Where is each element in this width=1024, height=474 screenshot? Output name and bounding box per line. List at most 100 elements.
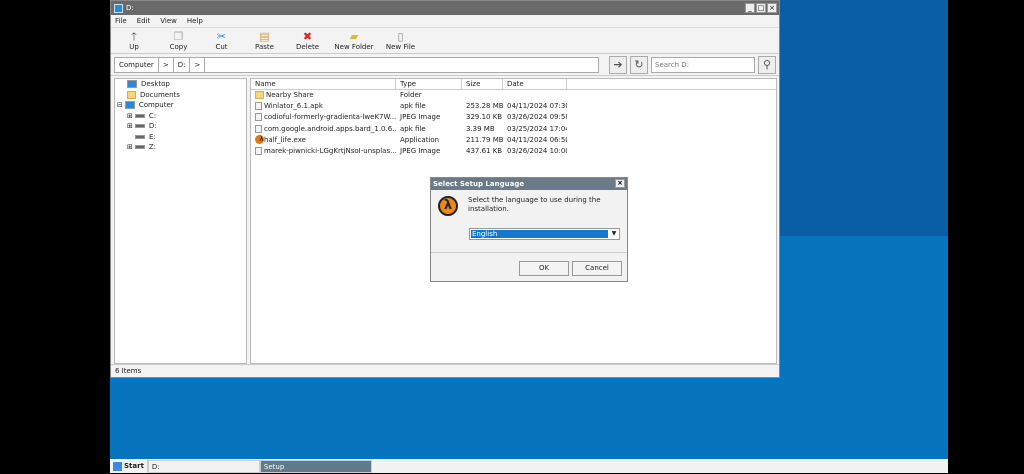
search-input[interactable]: [651, 56, 755, 73]
file-date: 04/11/2024 07:30: [507, 102, 567, 111]
crumb-computer[interactable]: Computer: [115, 57, 159, 72]
drive-icon: [134, 124, 145, 129]
arrow-up-icon: 🡑: [131, 30, 137, 43]
file-type: apk file: [400, 124, 426, 133]
search-icon: ⚲: [762, 57, 772, 71]
language-select[interactable]: English ▼: [469, 228, 620, 240]
delete-icon: ✖: [302, 30, 313, 43]
task-setup[interactable]: Setup: [259, 459, 372, 473]
folder-icon: [255, 91, 264, 99]
tree-item-desktop[interactable]: Desktop: [115, 79, 246, 90]
file-icon: [255, 113, 262, 122]
scissors-icon: ✂: [216, 30, 227, 43]
folder-tree: Desktop Documents ⊟ Computer ⊞ C: ⊞ D: E: ⊞…: [114, 78, 247, 364]
file-type: JPEG Image: [400, 146, 441, 155]
file-row[interactable]: Winlator_6.1.apk apk file 253.28 MB 04/1…: [251, 101, 776, 112]
dialog-message: Select the language to use during the in…: [468, 196, 601, 213]
file-date: 03/25/2024 17:04: [507, 124, 567, 133]
file-icon: [255, 146, 262, 155]
file-name: Winlator_6.1.apk: [251, 101, 396, 112]
tree-item-c[interactable]: ⊞ C:: [115, 111, 246, 122]
refresh-icon: ↻: [634, 57, 644, 71]
address-bar: Computer > D: > ➔ ↻ ⚲: [111, 54, 779, 76]
ok-button[interactable]: OK: [519, 261, 569, 276]
file-type: Folder: [400, 91, 422, 99]
file-row[interactable]: Nearby Share Folder: [251, 90, 776, 101]
cut-button[interactable]: ✂ Cut: [200, 30, 243, 52]
paste-button[interactable]: ▤ Paste: [243, 31, 286, 52]
file-type: Application: [400, 135, 440, 144]
expand-icon[interactable]: ⊞: [127, 142, 133, 153]
file-size: 211.79 MB: [466, 135, 503, 144]
column-date[interactable]: Date: [503, 79, 567, 89]
file-row[interactable]: com.google.android.apps.bard_1.0.6... ap…: [251, 124, 776, 135]
file-date: 03/26/2024 09:58: [507, 113, 567, 122]
window-title: D:: [126, 4, 134, 12]
menu-help[interactable]: Help: [187, 17, 203, 25]
file-date: [503, 90, 567, 101]
language-value: English: [471, 230, 608, 238]
desktop-area: [780, 0, 948, 236]
folder-icon: [127, 90, 136, 99]
column-name[interactable]: Name: [251, 79, 396, 89]
file-size: 437.61 KB: [466, 146, 503, 155]
file-type: JPEG Image: [400, 113, 441, 122]
title-bar: D: _ □ ×: [111, 1, 779, 15]
collapse-icon[interactable]: ⊟: [117, 100, 123, 111]
file-size: 3.39 MB: [466, 124, 495, 133]
menu-bar: File Edit View Help: [111, 15, 779, 28]
desktop-icon: [127, 80, 137, 89]
delete-button[interactable]: ✖ Delete: [286, 30, 329, 52]
task-d[interactable]: D:: [147, 459, 260, 473]
new-folder-icon: ▰: [349, 30, 359, 43]
file-name: marek-piwnicki-LGgKrtjNsoI-unsplas...: [251, 146, 396, 157]
tree-item-z[interactable]: ⊞ Z:: [115, 142, 246, 153]
crumb-separator[interactable]: >: [159, 57, 174, 72]
tree-item-documents[interactable]: Documents: [115, 90, 246, 101]
cancel-button[interactable]: Cancel: [572, 261, 622, 276]
file-size: 253.28 MB: [466, 102, 503, 111]
minimize-button[interactable]: _: [745, 3, 755, 13]
file-date: 04/11/2024 06:50: [507, 135, 567, 144]
go-button[interactable]: ➔: [609, 55, 627, 74]
file-name: Nearby Share: [251, 90, 396, 101]
half-life-lambda-icon: λ: [438, 196, 458, 216]
dialog-title-bar: Select Setup Language ×: [431, 178, 627, 190]
file-row[interactable]: codioful-formerly-gradienta-lweK7W... JP…: [251, 112, 776, 123]
column-size[interactable]: Size: [462, 79, 503, 89]
column-headers: Name Type Size Date: [251, 79, 776, 90]
file-row[interactable]: λhalf_life.exe Application 211.79 MB 04/…: [251, 135, 776, 146]
drive-icon: [134, 145, 145, 150]
file-type: apk file: [400, 102, 426, 111]
up-button[interactable]: 🡑 Up: [111, 30, 157, 52]
dialog-close-button[interactable]: ×: [615, 179, 625, 188]
new-file-icon: ▯: [397, 30, 404, 43]
copy-button[interactable]: ❐ Copy: [157, 30, 200, 52]
column-type[interactable]: Type: [396, 79, 462, 89]
maximize-button[interactable]: □: [756, 3, 766, 13]
tree-item-e[interactable]: E:: [115, 132, 246, 143]
menu-edit[interactable]: Edit: [137, 17, 151, 25]
dialog-title: Select Setup Language: [433, 180, 525, 188]
start-button[interactable]: Start: [110, 459, 148, 473]
expand-icon[interactable]: ⊞: [127, 111, 133, 122]
new-folder-button[interactable]: ▰ New Folder: [329, 30, 379, 52]
search-button[interactable]: ⚲: [758, 55, 776, 74]
refresh-button[interactable]: ↻: [630, 55, 648, 74]
windows-icon: [113, 461, 122, 471]
tree-item-d[interactable]: ⊞ D:: [115, 121, 246, 132]
crumb-d[interactable]: D:: [174, 57, 191, 72]
menu-file[interactable]: File: [115, 17, 127, 25]
file-size: 329.10 KB: [466, 113, 503, 122]
expand-icon[interactable]: ⊞: [127, 121, 133, 132]
drive-icon: [135, 134, 145, 139]
tree-item-computer[interactable]: ⊟ Computer: [115, 100, 246, 111]
arrow-right-icon: ➔: [613, 57, 623, 71]
crumb-separator[interactable]: >: [190, 57, 206, 72]
menu-view[interactable]: View: [160, 17, 177, 25]
copy-icon: ❐: [173, 30, 184, 43]
file-row[interactable]: marek-piwnicki-LGgKrtjNsoI-unsplas... JP…: [251, 146, 776, 157]
new-file-button[interactable]: ▯ New File: [379, 30, 422, 52]
close-button[interactable]: ×: [767, 3, 777, 13]
app-icon: [114, 3, 123, 13]
